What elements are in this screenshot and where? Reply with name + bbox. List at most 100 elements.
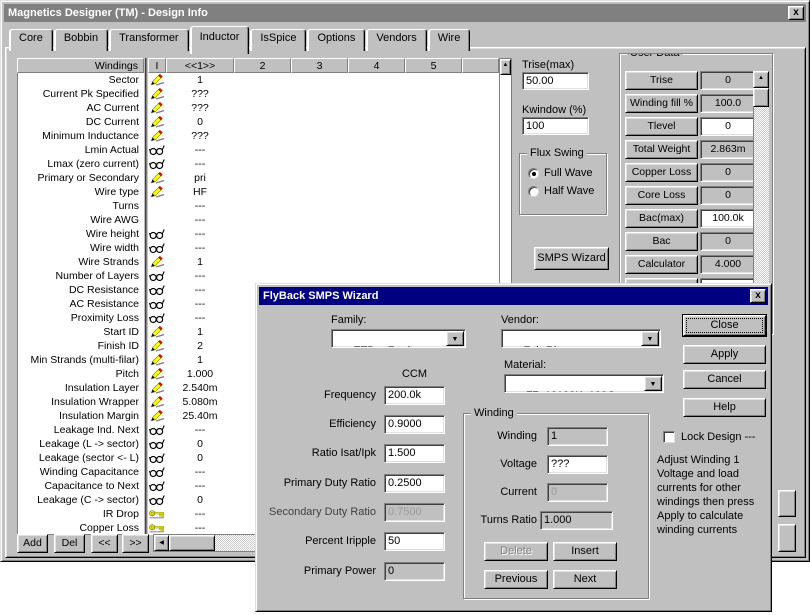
tab-bobbin[interactable]: Bobbin bbox=[54, 29, 108, 51]
column-header-5[interactable]: 5 bbox=[405, 58, 462, 73]
cell-value: --- bbox=[166, 465, 234, 479]
dialog-titlebar[interactable]: FlyBack SMPS Wizard bbox=[259, 287, 768, 305]
column-header-3[interactable]: 3 bbox=[291, 58, 348, 73]
table-button-[interactable]: << bbox=[91, 534, 118, 553]
vendor-combobox[interactable]: Fair-Rite ▼ bbox=[501, 329, 661, 348]
cell-value[interactable]: 1 bbox=[166, 73, 234, 87]
scroll-up-icon[interactable]: ▲ bbox=[753, 71, 769, 88]
empty-icon-cell bbox=[148, 213, 166, 227]
param-input-efficiency[interactable]: 0.9000 bbox=[384, 415, 445, 434]
winding-row-label: Wire Strands bbox=[18, 255, 144, 269]
close-button[interactable]: Close bbox=[683, 315, 766, 336]
tab-core[interactable]: Core bbox=[9, 29, 53, 51]
user-data-value-bac: 0 bbox=[700, 232, 756, 251]
tab-transformer[interactable]: Transformer bbox=[109, 29, 189, 51]
lock-design-checkbox[interactable] bbox=[663, 431, 675, 443]
column-header-2[interactable]: 2 bbox=[234, 58, 291, 73]
lock-design-label: Lock Design --- bbox=[681, 431, 756, 443]
radio-half-wave[interactable] bbox=[528, 186, 539, 197]
chevron-down-icon[interactable]: ▼ bbox=[641, 331, 659, 346]
user-data-value-tlevel[interactable]: 0 bbox=[700, 117, 756, 136]
next-button[interactable]: Next bbox=[553, 570, 617, 589]
winding-row-label: Lmax (zero current) bbox=[18, 157, 144, 171]
cell-value[interactable]: 1 bbox=[166, 255, 234, 269]
table-horizontal-scrollbar[interactable]: ◀ bbox=[153, 534, 259, 552]
chevron-down-icon[interactable]: ▼ bbox=[446, 331, 464, 346]
scroll-up-icon[interactable]: ▲ bbox=[500, 59, 511, 75]
column-header-i[interactable]: I bbox=[148, 58, 166, 73]
cancel-button[interactable]: Cancel bbox=[683, 370, 766, 389]
column-header-4[interactable]: 4 bbox=[348, 58, 405, 73]
cell-value[interactable]: 5.080m bbox=[166, 395, 234, 409]
winding-row-label: Winding Capacitance bbox=[18, 465, 144, 479]
winding-row-label: Minimum Inductance bbox=[18, 129, 144, 143]
tab-vendors[interactable]: Vendors bbox=[366, 29, 426, 51]
winding-field-input-voltage[interactable]: ??? bbox=[547, 455, 608, 474]
cell-value[interactable]: 1 bbox=[166, 325, 234, 339]
cell-value[interactable]: ??? bbox=[166, 129, 234, 143]
apply-button[interactable]: Apply bbox=[683, 345, 766, 364]
hscroll-track[interactable] bbox=[215, 535, 258, 551]
winding-field-label-current: Current bbox=[464, 486, 537, 498]
smps-wizard-button[interactable]: SMPS Wizard bbox=[534, 247, 609, 270]
user-data-label-tlevel[interactable]: Tlevel bbox=[625, 117, 698, 136]
table-button-del[interactable]: Del bbox=[54, 534, 85, 553]
kwindow-input[interactable]: 100 bbox=[522, 117, 589, 135]
insert-button[interactable]: Insert bbox=[553, 542, 617, 561]
tab-inductor[interactable]: Inductor bbox=[190, 26, 250, 54]
table-button-add[interactable]: Add bbox=[17, 534, 48, 553]
winding-field-input-turns-ratio[interactable]: 1.000 bbox=[540, 511, 613, 530]
user-data-label-winding-fill[interactable]: Winding fill % bbox=[625, 94, 698, 113]
winding-field-input-winding[interactable]: 1 bbox=[547, 427, 608, 446]
glasses-icon bbox=[148, 227, 166, 241]
cell-value[interactable]: pri bbox=[166, 171, 234, 185]
param-label-ratio-isat-ipk: Ratio Isat/Ipk bbox=[266, 447, 376, 459]
main-close-button[interactable]: x bbox=[788, 6, 804, 20]
user-data-label-bac-max[interactable]: Bac(max) bbox=[625, 209, 698, 228]
trise-max-input[interactable]: 50.00 bbox=[522, 72, 589, 90]
tab-wire[interactable]: Wire bbox=[428, 29, 471, 51]
user-data-label-copper-loss[interactable]: Copper Loss bbox=[625, 163, 698, 182]
chevron-down-icon[interactable]: ▼ bbox=[644, 376, 662, 391]
glasses-icon bbox=[148, 423, 166, 437]
scroll-left-icon[interactable]: ◀ bbox=[154, 535, 169, 551]
user-data-scroll-thumb[interactable] bbox=[753, 88, 769, 107]
cell-value[interactable]: 0 bbox=[166, 115, 234, 129]
family-combobox[interactable]: ETD Ferrite ▼ bbox=[331, 329, 466, 348]
cell-value[interactable]: 25.40m bbox=[166, 409, 234, 423]
cell-value[interactable]: 2.540m bbox=[166, 381, 234, 395]
user-data-value-core-loss: 0 bbox=[700, 186, 756, 205]
family-value: ETD Ferrite bbox=[353, 345, 419, 348]
param-input-percent-iripple[interactable]: 50 bbox=[384, 532, 445, 551]
winding-row-label: Leakage Ind. Next bbox=[18, 423, 144, 437]
cell-value: --- bbox=[166, 143, 234, 157]
param-input-ratio-isat-ipk[interactable]: 1.500 bbox=[384, 444, 445, 463]
tab-isspice[interactable]: IsSpice bbox=[250, 29, 306, 51]
previous-button[interactable]: Previous bbox=[484, 570, 548, 589]
cell-value[interactable]: 1.000 bbox=[166, 367, 234, 381]
user-data-label-total-weight[interactable]: Total Weight bbox=[625, 140, 698, 159]
cell-value[interactable]: 1 bbox=[166, 353, 234, 367]
user-data-value-bac-max[interactable]: 100.0k bbox=[700, 209, 756, 228]
user-data-label-core-loss[interactable]: Core Loss bbox=[625, 186, 698, 205]
tab-options[interactable]: Options bbox=[307, 29, 365, 51]
user-data-label-bac[interactable]: Bac bbox=[625, 232, 698, 251]
user-data-label-calculator[interactable]: Calculator bbox=[625, 255, 698, 274]
dialog-close-icon[interactable]: x bbox=[750, 289, 766, 303]
cell-value[interactable]: ??? bbox=[166, 101, 234, 115]
hscroll-thumb[interactable] bbox=[169, 535, 215, 551]
param-input-frequency[interactable]: 200.0k bbox=[384, 386, 445, 405]
cell-value[interactable]: HF bbox=[166, 185, 234, 199]
main-titlebar[interactable]: Magnetics Designer (TM) - Design Info bbox=[4, 4, 806, 22]
param-input-primary-duty-ratio[interactable]: 0.2500 bbox=[384, 474, 445, 493]
table-row: pri bbox=[148, 171, 499, 185]
cell-value[interactable]: 2 bbox=[166, 339, 234, 353]
cell-value[interactable]: ??? bbox=[166, 87, 234, 101]
table-button-[interactable]: >> bbox=[122, 534, 149, 553]
help-button[interactable]: Help bbox=[683, 398, 766, 417]
radio-full-wave[interactable] bbox=[528, 168, 539, 179]
column-header-1[interactable]: <<1>> bbox=[166, 58, 234, 73]
windings-column-header[interactable]: Windings bbox=[17, 58, 144, 73]
user-data-label-trise[interactable]: Trise bbox=[625, 71, 698, 90]
material-combobox[interactable]: 77_10100K_100C ▼ bbox=[504, 374, 664, 393]
